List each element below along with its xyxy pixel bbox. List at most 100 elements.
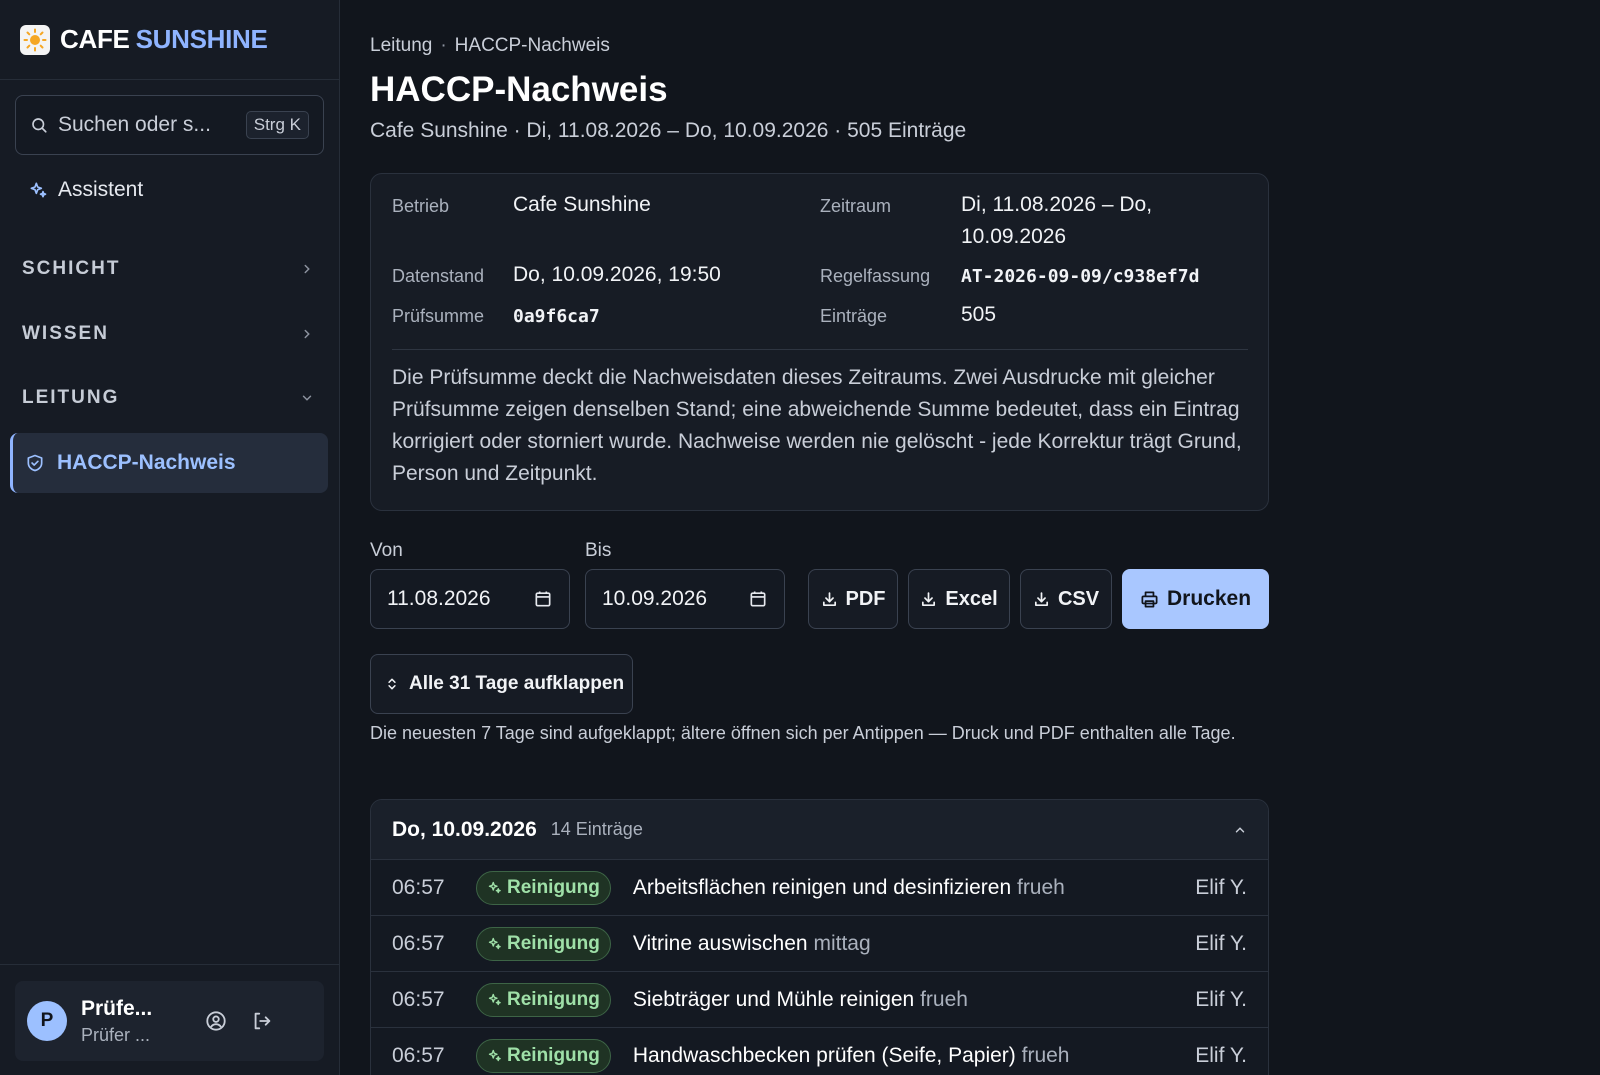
entry-task-label: Arbeitsflächen reinigen und desinfiziere… bbox=[632, 875, 1012, 899]
meta-zeitraum-label: Zeitraum bbox=[820, 196, 892, 216]
category-label: Reinigung bbox=[507, 1044, 600, 1066]
sun-icon bbox=[20, 24, 50, 55]
brand-name-part1: CAFE bbox=[60, 24, 130, 54]
csv-export-label: CSV bbox=[1057, 587, 1100, 610]
excel-export-label: Excel bbox=[945, 587, 998, 610]
print-label: Drucken bbox=[1166, 587, 1252, 610]
search-shortcut-badge: Strg K bbox=[245, 111, 309, 139]
pdf-export-button[interactable]: PDF bbox=[808, 569, 898, 629]
sidebar-section-label: WISSEN bbox=[22, 323, 109, 344]
breadcrumb-separator: · bbox=[440, 35, 447, 56]
page-subtitle: Cafe Sunshine · Di, 11.08.2026 – Do, 10.… bbox=[370, 119, 967, 142]
table-row[interactable]: 06:57 Reinigung Arbeitsflächen reinigen … bbox=[371, 860, 1268, 916]
entry-shift: frueh bbox=[1021, 1043, 1070, 1067]
pdf-export-label: PDF bbox=[845, 587, 886, 610]
table-row[interactable]: 06:57 Reinigung Handwaschbecken prüfen (… bbox=[371, 1028, 1268, 1075]
entry-shift: mittag bbox=[813, 931, 871, 955]
meta-datenstand-value: Do, 10.09.2026, 19:50 bbox=[513, 263, 721, 286]
sidebar-item-haccp-nachweis[interactable]: HACCP-Nachweis bbox=[10, 433, 328, 493]
brand[interactable]: CAFE SUNSHINE bbox=[0, 0, 339, 80]
meta-eintraege-label: Einträge bbox=[820, 306, 888, 326]
user-card: P Prüfe... Prüfer ... bbox=[15, 981, 324, 1061]
sparkles-icon bbox=[488, 937, 501, 950]
brand-name: CAFE SUNSHINE bbox=[60, 24, 268, 55]
entry-task-label: Handwaschbecken prüfen (Seife, Papier) bbox=[632, 1043, 1016, 1067]
user-circle-icon bbox=[206, 1011, 226, 1031]
meta-regelfassung-label: Regelfassung bbox=[820, 266, 931, 286]
entry-person: Elif Y. bbox=[1195, 1043, 1247, 1067]
excel-export-button[interactable]: Excel bbox=[908, 569, 1010, 629]
search-icon bbox=[32, 118, 47, 133]
chevron-down-icon bbox=[302, 395, 312, 401]
calendar-icon[interactable] bbox=[533, 589, 553, 609]
category-badge: Reinigung bbox=[476, 926, 611, 961]
bis-date-input[interactable]: 10.09.2026 bbox=[585, 569, 785, 629]
meta-zeitraum-value-line2: 10.09.2026 bbox=[961, 225, 1067, 248]
sparkles-icon bbox=[30, 182, 47, 198]
user-name: Prüfe... bbox=[81, 996, 153, 1020]
user-info: Prüfe... Prüfer ... bbox=[81, 997, 181, 1046]
table-row[interactable]: 06:57 Reinigung Vitrine auswischen mitta… bbox=[371, 916, 1268, 972]
download-icon bbox=[822, 591, 836, 606]
entry-task: Arbeitsflächen reinigen und desinfiziere… bbox=[633, 876, 1195, 900]
sidebar-section-leitung[interactable]: LEITUNG bbox=[22, 387, 314, 409]
sidebar-item-assistant[interactable]: Assistent bbox=[28, 178, 143, 202]
logout-icon bbox=[254, 1012, 271, 1030]
category-badge: Reinigung bbox=[476, 870, 611, 905]
print-button[interactable]: Drucken bbox=[1122, 569, 1269, 629]
von-date-input[interactable]: 11.08.2026 bbox=[370, 569, 570, 629]
entry-person: Elif Y. bbox=[1195, 987, 1247, 1011]
sparkles-icon bbox=[488, 881, 501, 894]
sparkles-icon bbox=[488, 1049, 501, 1062]
category-badge: Reinigung bbox=[476, 982, 611, 1017]
sidebar-item-label: HACCP-Nachweis bbox=[57, 451, 236, 474]
download-icon bbox=[922, 591, 936, 606]
shield-check-icon bbox=[27, 454, 43, 472]
entry-time: 06:57 bbox=[392, 987, 445, 1011]
day-entry-count: 14 Einträge bbox=[550, 819, 643, 839]
metadata-card: Betrieb Cafe Sunshine Zeitraum Di, 11.08… bbox=[370, 173, 1269, 511]
sidebar-section-wissen[interactable]: WISSEN bbox=[22, 323, 314, 345]
meta-eintraege-value: 505 bbox=[961, 303, 997, 326]
meta-datenstand-label: Datenstand bbox=[392, 266, 485, 286]
chevron-up-icon[interactable] bbox=[1233, 823, 1247, 837]
meta-pruefsumme-value: 0a9f6ca7 bbox=[513, 306, 600, 327]
csv-export-button[interactable]: CSV bbox=[1020, 569, 1112, 629]
chevron-right-icon bbox=[304, 329, 310, 339]
von-date-value: 11.08.2026 bbox=[387, 587, 491, 610]
search-input[interactable]: Suchen oder s... Strg K bbox=[15, 95, 324, 155]
checksum-note: Die Prüfsumme deckt die Nachweisdaten di… bbox=[392, 366, 1242, 485]
entry-task: Vitrine auswischen mittag bbox=[633, 932, 1195, 956]
sidebar: CAFE SUNSHINE Suchen oder s... Strg K Ass… bbox=[0, 0, 340, 1075]
table-row[interactable]: 06:57 Reinigung Siebträger und Mühle rei… bbox=[371, 972, 1268, 1028]
bis-label: Bis bbox=[585, 540, 612, 561]
printer-icon bbox=[1141, 591, 1158, 607]
logout-button[interactable] bbox=[251, 1010, 273, 1032]
sidebar-section-schicht[interactable]: SCHICHT bbox=[22, 258, 314, 280]
user-role: Prüfer ... bbox=[81, 1024, 151, 1045]
download-icon bbox=[1034, 591, 1048, 606]
calendar-icon[interactable] bbox=[748, 589, 768, 609]
breadcrumb-parent[interactable]: Leitung bbox=[370, 35, 432, 57]
metadata-divider bbox=[392, 349, 1248, 350]
avatar[interactable]: P bbox=[27, 1001, 67, 1041]
breadcrumb: Leitung · HACCP-Nachweis bbox=[370, 35, 610, 57]
search-placeholder: Suchen oder s... bbox=[58, 113, 211, 136]
entry-task: Handwaschbecken prüfen (Seife, Papier) f… bbox=[633, 1044, 1195, 1068]
entry-time: 06:57 bbox=[392, 875, 445, 899]
sidebar-divider bbox=[0, 964, 340, 965]
entry-time: 06:57 bbox=[392, 931, 445, 955]
expand-all-days-label: Alle 31 Tage aufklappen bbox=[409, 673, 625, 694]
meta-betrieb-value: Cafe Sunshine bbox=[513, 193, 651, 216]
page-title: HACCP-Nachweis bbox=[370, 70, 668, 109]
user-profile-button[interactable] bbox=[205, 1010, 227, 1032]
sparkles-icon bbox=[488, 993, 501, 1006]
von-label: Von bbox=[370, 540, 403, 561]
category-badge: Reinigung bbox=[476, 1038, 611, 1073]
expand-all-days-button[interactable]: Alle 31 Tage aufklappen bbox=[370, 654, 633, 714]
day-date: Do, 10.09.2026 bbox=[392, 817, 537, 841]
day-group-header[interactable]: Do, 10.09.2026 14 Einträge bbox=[371, 800, 1268, 860]
sidebar-section-label: LEITUNG bbox=[22, 387, 120, 408]
entry-task-label: Vitrine auswischen bbox=[632, 931, 808, 955]
entry-task: Siebträger und Mühle reinigen frueh bbox=[633, 988, 1195, 1012]
